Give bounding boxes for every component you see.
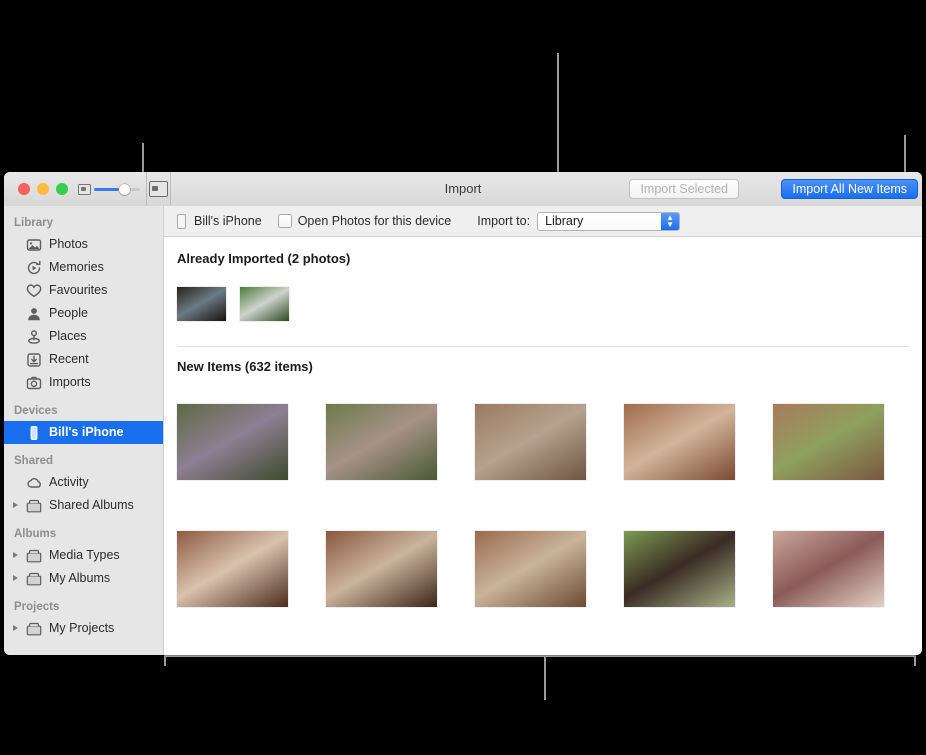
- sidebar-item-people[interactable]: People: [4, 302, 163, 325]
- photo-thumbnail[interactable]: [177, 404, 288, 480]
- folder-icon: [26, 498, 42, 514]
- import-to-value: Library: [538, 214, 583, 228]
- photo-thumbnail[interactable]: [475, 404, 586, 480]
- sidebar[interactable]: LibraryPhotosMemoriesFavouritesPeoplePla…: [4, 206, 164, 655]
- import-to-popup[interactable]: Library ▲▼: [537, 212, 680, 231]
- sidebar-item-label: Memories: [49, 256, 104, 279]
- sidebar-item-my-projects[interactable]: My Projects: [4, 617, 163, 640]
- sidebar-item-label: Media Types: [49, 544, 120, 567]
- sidebar-item-label: Shared Albums: [49, 494, 134, 517]
- sidebar-item-activity[interactable]: Activity: [4, 471, 163, 494]
- sidebar-item-places[interactable]: Places: [4, 325, 163, 348]
- content-area: Bill's iPhone Open Photos for this devic…: [164, 206, 922, 655]
- disclosure-triangle-icon[interactable]: [13, 552, 18, 558]
- photo-thumbnail[interactable]: [177, 287, 226, 321]
- disclosure-triangle-icon[interactable]: [13, 502, 18, 508]
- sidebar-item-media-types[interactable]: Media Types: [4, 544, 163, 567]
- photo-thumbnail[interactable]: [326, 531, 437, 607]
- cloud-icon: [26, 475, 42, 491]
- sidebar-group-projects: ProjectsMy Projects: [4, 597, 163, 640]
- sidebar-item-label: Bill's iPhone: [49, 421, 124, 444]
- device-toolbar: Bill's iPhone Open Photos for this devic…: [164, 206, 922, 237]
- sidebar-item-imports[interactable]: Imports: [4, 371, 163, 394]
- photos-import-window: Import Import Selected Import All New It…: [4, 172, 922, 655]
- sidebar-item-photos[interactable]: Photos: [4, 233, 163, 256]
- import-all-new-items-button[interactable]: Import All New Items: [781, 179, 918, 199]
- download-icon: [26, 352, 42, 368]
- folder-icon: [26, 571, 42, 587]
- sidebar-item-shared-albums[interactable]: Shared Albums: [4, 494, 163, 517]
- sidebar-group-header: Shared: [4, 451, 163, 471]
- photo-thumbnail[interactable]: [240, 287, 289, 321]
- sidebar-item-my-albums[interactable]: My Albums: [4, 567, 163, 590]
- device-name-label: Bill's iPhone: [194, 214, 262, 228]
- sidebar-item-label: Imports: [49, 371, 91, 394]
- photos-icon: [26, 237, 42, 253]
- import-to-label: Import to:: [477, 214, 530, 228]
- memories-icon: [26, 260, 42, 276]
- photo-thumbnail[interactable]: [773, 404, 884, 480]
- new-items-grid-row-1[interactable]: [164, 404, 922, 480]
- sidebar-item-memories[interactable]: Memories: [4, 256, 163, 279]
- sidebar-group-library: LibraryPhotosMemoriesFavouritesPeoplePla…: [4, 213, 163, 394]
- sidebar-item-label: Recent: [49, 348, 89, 371]
- sidebar-group-header: Albums: [4, 524, 163, 544]
- sidebar-item-label: My Albums: [49, 567, 110, 590]
- chevron-updown-icon[interactable]: ▲▼: [661, 213, 679, 230]
- sidebar-item-label: My Projects: [49, 617, 114, 640]
- folder-icon: [26, 548, 42, 564]
- folder-icon: [26, 621, 42, 637]
- photo-thumbnail[interactable]: [326, 404, 437, 480]
- disclosure-triangle-icon[interactable]: [13, 625, 18, 631]
- photo-thumbnail[interactable]: [475, 531, 586, 607]
- photo-thumbnail[interactable]: [624, 531, 735, 607]
- sidebar-group-header: Library: [4, 213, 163, 233]
- screenshot-stage: Import Import Selected Import All New It…: [0, 0, 926, 755]
- pin-icon: [26, 329, 42, 345]
- sidebar-group-header: Devices: [4, 401, 163, 421]
- import-scroll-area[interactable]: Already Imported (2 photos) New Items (6…: [164, 237, 922, 655]
- sidebar-group-shared: SharedActivityShared Albums: [4, 451, 163, 517]
- sidebar-item-bill-s-iphone[interactable]: Bill's iPhone: [4, 421, 163, 444]
- sidebar-item-label: People: [49, 302, 88, 325]
- already-imported-grid[interactable]: [164, 287, 922, 321]
- person-icon: [26, 306, 42, 322]
- open-photos-label: Open Photos for this device: [298, 214, 452, 228]
- sidebar-item-favourites[interactable]: Favourites: [4, 279, 163, 302]
- sidebar-group-header: Projects: [4, 597, 163, 617]
- sidebar-item-recent[interactable]: Recent: [4, 348, 163, 371]
- photo-thumbnail[interactable]: [773, 531, 884, 607]
- sidebar-group-devices: DevicesBill's iPhone: [4, 401, 163, 444]
- heart-icon: [26, 283, 42, 299]
- window-titlebar: Import Import Selected Import All New It…: [4, 172, 922, 207]
- import-selected-button[interactable]: Import Selected: [629, 179, 739, 199]
- photo-thumbnail[interactable]: [177, 531, 288, 607]
- photo-thumbnail[interactable]: [624, 404, 735, 480]
- new-items-grid-row-2[interactable]: [164, 531, 922, 607]
- disclosure-triangle-icon[interactable]: [13, 575, 18, 581]
- already-imported-heading: Already Imported (2 photos): [164, 251, 922, 266]
- new-items-heading: New Items (632 items): [164, 359, 922, 374]
- sidebar-item-label: Photos: [49, 233, 88, 256]
- sidebar-item-label: Favourites: [49, 279, 107, 302]
- sidebar-group-albums: AlbumsMedia TypesMy Albums: [4, 524, 163, 590]
- iphone-icon: [177, 214, 186, 229]
- open-photos-checkbox[interactable]: [278, 214, 292, 228]
- sidebar-item-label: Activity: [49, 471, 89, 494]
- iphone-icon: [26, 425, 42, 441]
- sidebar-item-label: Places: [49, 325, 87, 348]
- camera-icon: [26, 375, 42, 391]
